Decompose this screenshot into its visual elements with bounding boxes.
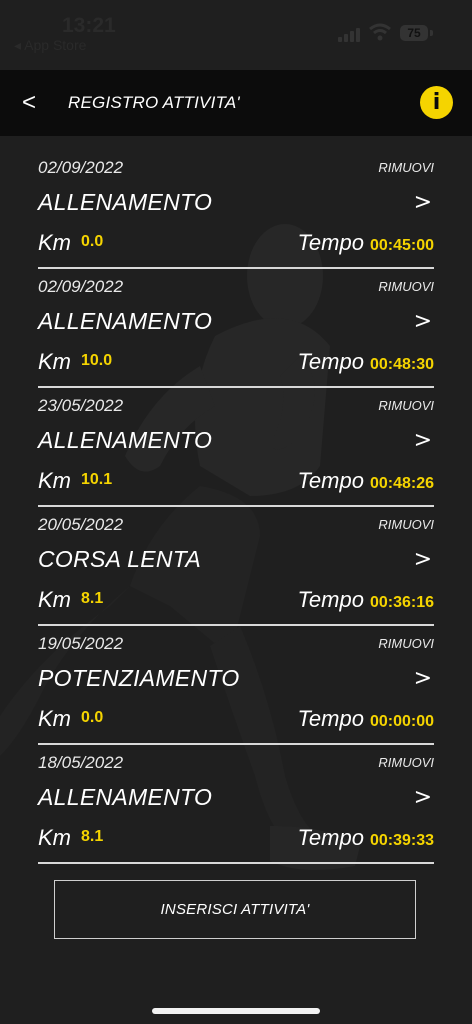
chevron-right-icon[interactable]: > bbox=[414, 547, 432, 572]
time-value: 00:45:00 bbox=[369, 237, 434, 254]
remove-button[interactable]: RIMUOVI bbox=[378, 517, 434, 532]
activity-entry[interactable]: 20/05/2022 RIMUOVI CORSA LENTA > Km 8.1 … bbox=[38, 507, 434, 626]
km-value: 10.0 bbox=[81, 352, 113, 369]
battery-nub bbox=[430, 30, 433, 36]
entry-name: CORSA LENTA bbox=[38, 546, 202, 572]
time-label: Tempo bbox=[297, 230, 364, 255]
km-label: Km bbox=[38, 587, 71, 612]
time-label: Tempo bbox=[297, 825, 364, 850]
entry-name: ALLENAMENTO bbox=[38, 308, 213, 334]
time-label: Tempo bbox=[297, 468, 364, 493]
remove-button[interactable]: RIMUOVI bbox=[378, 398, 434, 413]
time-value: 00:00:00 bbox=[369, 713, 434, 730]
chevron-right-icon[interactable]: > bbox=[414, 785, 432, 810]
activity-list: 02/09/2022 RIMUOVI ALLENAMENTO > Km 0.0 … bbox=[38, 150, 434, 864]
time-value: 00:48:26 bbox=[369, 475, 434, 492]
entry-name: ALLENAMENTO bbox=[38, 784, 213, 810]
remove-button[interactable]: RIMUOVI bbox=[378, 279, 434, 294]
time-row: Tempo 00:45:00 bbox=[298, 230, 435, 256]
time-row: Tempo 00:48:26 bbox=[298, 468, 435, 494]
battery-icon: 75 bbox=[400, 25, 428, 41]
time-row: Tempo 00:39:33 bbox=[298, 825, 435, 851]
km-label: Km bbox=[38, 230, 71, 255]
chevron-right-icon[interactable]: > bbox=[414, 309, 432, 334]
signal-icon bbox=[338, 26, 364, 42]
time-label: Tempo bbox=[297, 349, 364, 374]
chevron-right-icon[interactable]: > bbox=[414, 190, 432, 215]
entry-date: 18/05/2022 bbox=[38, 753, 124, 772]
back-button[interactable]: < bbox=[22, 86, 46, 120]
status-bar: 13:21 ◂ App Store 75 bbox=[0, 0, 472, 70]
km-label: Km bbox=[38, 825, 71, 850]
status-time: 13:21 bbox=[62, 14, 116, 37]
remove-button[interactable]: RIMUOVI bbox=[378, 636, 434, 651]
add-activity-button[interactable]: INSERISCI ATTIVITA' bbox=[54, 880, 416, 939]
km-label: Km bbox=[38, 349, 71, 374]
entry-date: 02/09/2022 bbox=[38, 277, 124, 296]
time-label: Tempo bbox=[297, 706, 364, 731]
km-value: 10.1 bbox=[81, 471, 113, 488]
info-button[interactable]: i bbox=[420, 86, 453, 119]
entry-name: ALLENAMENTO bbox=[38, 189, 213, 215]
entry-name: ALLENAMENTO bbox=[38, 427, 213, 453]
remove-button[interactable]: RIMUOVI bbox=[378, 755, 434, 770]
km-label: Km bbox=[38, 468, 71, 493]
entry-date: 20/05/2022 bbox=[38, 515, 124, 534]
km-value: 0.0 bbox=[81, 233, 104, 250]
km-value: 8.1 bbox=[81, 828, 104, 845]
chevron-right-icon[interactable]: > bbox=[414, 666, 432, 691]
time-row: Tempo 00:00:00 bbox=[298, 706, 435, 732]
remove-button[interactable]: RIMUOVI bbox=[378, 160, 434, 175]
time-row: Tempo 00:48:30 bbox=[298, 349, 435, 375]
activity-entry[interactable]: 18/05/2022 RIMUOVI ALLENAMENTO > Km 8.1 … bbox=[38, 745, 434, 864]
time-label: Tempo bbox=[297, 587, 364, 612]
activity-entry[interactable]: 02/09/2022 RIMUOVI ALLENAMENTO > Km 0.0 … bbox=[38, 150, 434, 269]
entry-date: 02/09/2022 bbox=[38, 158, 124, 177]
back-to-app-store-link[interactable]: ◂ App Store bbox=[14, 37, 86, 54]
page-title: REGISTRO ATTIVITA' bbox=[68, 93, 240, 112]
activity-entry[interactable]: 19/05/2022 RIMUOVI POTENZIAMENTO > Km 0.… bbox=[38, 626, 434, 745]
home-indicator[interactable] bbox=[152, 1008, 320, 1014]
app-header: < REGISTRO ATTIVITA' i bbox=[0, 70, 472, 136]
wifi-icon bbox=[369, 23, 391, 41]
time-row: Tempo 00:36:16 bbox=[298, 587, 435, 613]
entry-date: 23/05/2022 bbox=[38, 396, 124, 415]
time-value: 00:36:16 bbox=[369, 594, 434, 611]
entry-date: 19/05/2022 bbox=[38, 634, 124, 653]
time-value: 00:39:33 bbox=[369, 832, 434, 849]
km-value: 8.1 bbox=[81, 590, 104, 607]
km-label: Km bbox=[38, 706, 71, 731]
time-value: 00:48:30 bbox=[369, 356, 434, 373]
activity-entry[interactable]: 23/05/2022 RIMUOVI ALLENAMENTO > Km 10.1… bbox=[38, 388, 434, 507]
activity-entry[interactable]: 02/09/2022 RIMUOVI ALLENAMENTO > Km 10.0… bbox=[38, 269, 434, 388]
chevron-right-icon[interactable]: > bbox=[414, 428, 432, 453]
km-value: 0.0 bbox=[81, 709, 104, 726]
entry-name: POTENZIAMENTO bbox=[38, 665, 240, 691]
